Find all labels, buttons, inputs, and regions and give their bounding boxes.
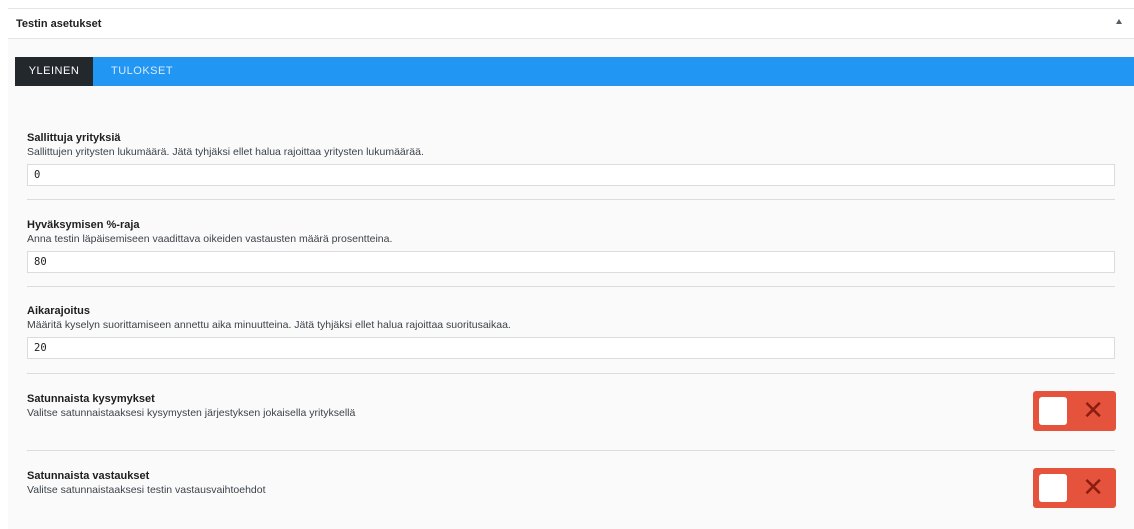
field-label: Satunnaista kysymykset	[27, 393, 155, 405]
toggle-knob	[1039, 474, 1067, 502]
divider	[27, 199, 1115, 200]
toggle-knob	[1039, 397, 1067, 425]
field-description: Sallittujen yritysten lukumäärä. Jätä ty…	[27, 146, 424, 158]
allowed-attempts-input[interactable]	[27, 164, 1115, 186]
panel-title: Testin asetukset	[16, 18, 102, 30]
arrow-up-icon[interactable]	[1116, 19, 1122, 24]
randomize-answers-toggle[interactable]: ✕	[1033, 468, 1116, 508]
tab-results[interactable]: TULOKSET	[99, 57, 185, 86]
randomize-questions-field: Satunnaista kysymykset Valitse satunnais…	[27, 393, 1115, 420]
divider	[27, 373, 1115, 374]
allowed-attempts-field: Sallittuja yrityksiä Sallittujen yrityst…	[27, 132, 1115, 186]
field-description: Valitse satunnaistaaksesi testin vastaus…	[27, 484, 266, 496]
field-description: Valitse satunnaistaaksesi kysymysten jär…	[27, 407, 356, 419]
field-description: Määritä kyselyn suorittamiseen annettu a…	[27, 319, 511, 331]
time-limit-field: Aikarajoitus Määritä kyselyn suorittamis…	[27, 305, 1115, 359]
settings-panel: Testin asetukset YLEINEN TULOKSET Sallit…	[8, 8, 1134, 529]
pass-threshold-input[interactable]	[27, 251, 1115, 273]
x-icon: ✕	[1082, 396, 1104, 426]
time-limit-input[interactable]	[27, 337, 1115, 359]
pass-threshold-field: Hyväksymisen %-raja Anna testin läpäisem…	[27, 219, 1115, 273]
field-label: Satunnaista vastaukset	[27, 470, 150, 482]
tab-general[interactable]: YLEINEN	[15, 57, 93, 86]
x-icon: ✕	[1082, 473, 1104, 503]
panel-header[interactable]: Testin asetukset	[8, 9, 1134, 39]
field-label: Aikarajoitus	[27, 305, 90, 317]
randomize-questions-toggle[interactable]: ✕	[1033, 391, 1116, 431]
divider	[27, 450, 1115, 451]
tab-bar: YLEINEN TULOKSET	[15, 57, 1134, 86]
field-label: Sallittuja yrityksiä	[27, 132, 121, 144]
randomize-answers-field: Satunnaista vastaukset Valitse satunnais…	[27, 470, 1115, 497]
divider	[27, 286, 1115, 287]
field-description: Anna testin läpäisemiseen vaadittava oik…	[27, 233, 393, 245]
field-label: Hyväksymisen %-raja	[27, 219, 140, 231]
